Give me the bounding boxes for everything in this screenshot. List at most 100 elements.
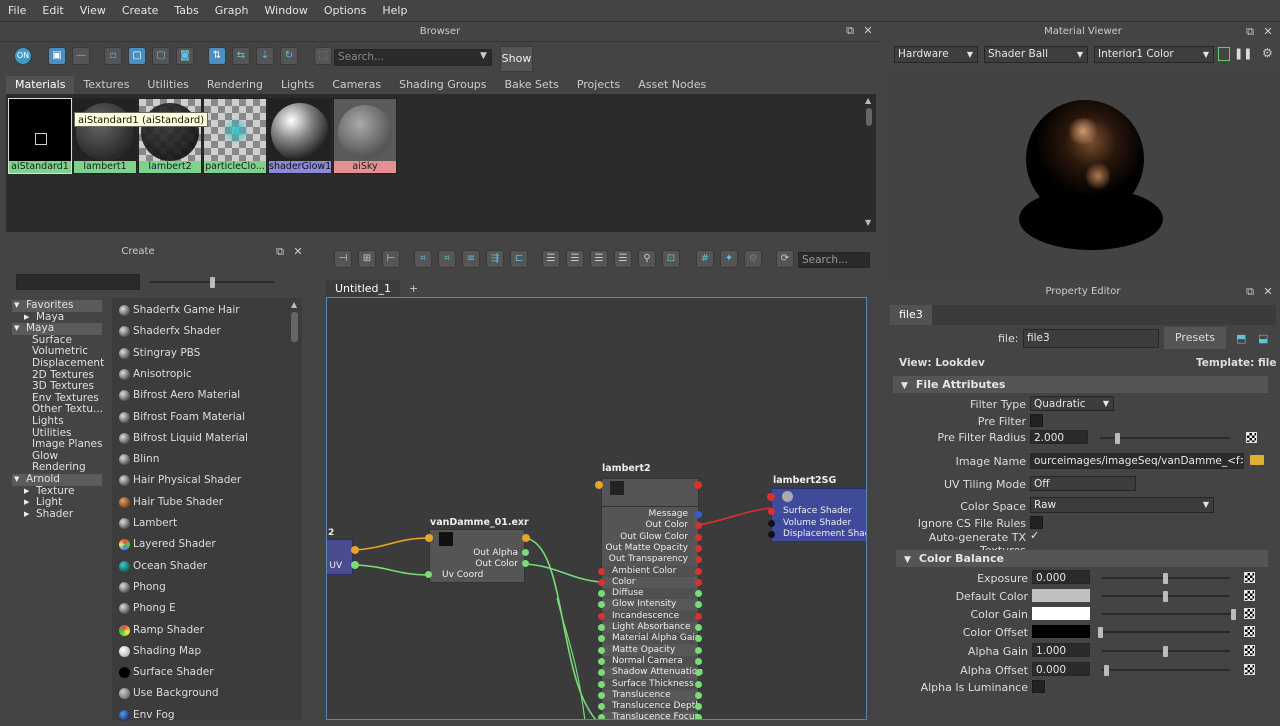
render-icon[interactable] — [1218, 47, 1230, 61]
menu-create[interactable]: Create — [114, 0, 167, 17]
full-mode-icon[interactable]: ☰ — [590, 250, 608, 268]
lambert-port-dot[interactable] — [695, 680, 702, 688]
tab-bake-sets[interactable]: Bake Sets — [496, 76, 568, 94]
tab-asset-nodes[interactable]: Asset Nodes — [629, 76, 715, 94]
graph-output-icon[interactable]: ⊢ — [382, 250, 400, 268]
lambert-port-dot[interactable] — [695, 691, 702, 699]
sort-time-icon[interactable]: ⇣ — [256, 47, 274, 65]
alpha-offset-field[interactable]: 0.000 — [1032, 662, 1090, 676]
tree-item[interactable]: ▶ Shader — [12, 508, 102, 521]
small-icon-view-icon[interactable]: ▫ — [104, 47, 122, 65]
tree-item[interactable]: Displacement — [12, 357, 104, 370]
float-window-icon[interactable]: ⧉ — [1244, 26, 1256, 38]
menu-options[interactable]: Options — [316, 0, 374, 17]
tab-textures[interactable]: Textures — [74, 76, 138, 94]
expand-down-icon[interactable]: ▼ — [14, 474, 19, 486]
graph-pin-icon[interactable]: ⊏ — [510, 250, 528, 268]
refresh-icon[interactable]: ↻ — [280, 47, 298, 65]
sort-alpha-icon[interactable]: ⇅ — [208, 47, 226, 65]
viewer-settings-icon[interactable]: ⚙ — [1262, 46, 1273, 60]
alpha-lum-checkbox[interactable] — [1032, 680, 1045, 693]
color-gain-swatch[interactable] — [1032, 607, 1090, 620]
simple-mode-icon[interactable]: ☰ — [542, 250, 560, 268]
swatch-shaderglow1[interactable]: shaderGlow1 — [268, 98, 332, 174]
create-node-item[interactable]: Hair Physical Shader — [114, 470, 288, 491]
menu-graph[interactable]: Graph — [207, 0, 257, 17]
folder-icon[interactable] — [1250, 455, 1264, 465]
map-button-icon[interactable] — [1244, 626, 1255, 637]
graph-layout-icon[interactable]: ≡ — [462, 250, 480, 268]
swatch-aistandard1[interactable]: aiStandard1 — [8, 98, 72, 174]
snapshot-icon[interactable]: ⊡ — [662, 250, 680, 268]
file-port-out-alpha-dot[interactable] — [522, 549, 529, 556]
create-scrollbar[interactable]: ▲ — [290, 300, 300, 720]
create-node-item[interactable]: Bifrost Liquid Material — [114, 428, 288, 449]
file-port-out[interactable] — [522, 534, 530, 542]
sg-port-surface-dot[interactable] — [768, 508, 775, 515]
tab-shading-groups[interactable]: Shading Groups — [390, 76, 495, 94]
create-size-slider[interactable] — [150, 277, 274, 288]
lambert-port-dot[interactable] — [598, 714, 605, 719]
browser-scrollbar[interactable]: ▲ ▼ — [864, 96, 874, 230]
create-node-item[interactable]: Shaderfx Shader — [114, 321, 288, 342]
pause-icon[interactable]: ❚❚ — [1234, 47, 1252, 61]
lambert-port-dot[interactable] — [598, 578, 605, 586]
create-node-item[interactable]: Shading Map — [114, 641, 288, 662]
tab-untitled[interactable]: Untitled_1 — [326, 280, 401, 298]
add-tab-button[interactable]: + — [400, 280, 427, 298]
uv-tiling-field[interactable]: Off — [1030, 476, 1136, 491]
lambert-port-dot[interactable] — [695, 714, 702, 719]
exposure-slider[interactable] — [1102, 573, 1230, 584]
pre-filter-checkbox[interactable] — [1030, 414, 1043, 427]
menu-window[interactable]: Window — [257, 0, 316, 17]
tree-item[interactable]: ▼ Favorites — [12, 299, 102, 312]
custom-mode-icon[interactable]: ☰ — [614, 250, 632, 268]
create-filter-input[interactable] — [16, 274, 140, 290]
tab-utilities[interactable]: Utilities — [138, 76, 197, 94]
menu-help[interactable]: Help — [374, 0, 415, 17]
lambert-port-dot[interactable] — [695, 612, 702, 620]
lambert-port-dot[interactable] — [695, 511, 702, 518]
swatch-aisky[interactable]: aiSky — [333, 98, 397, 174]
create-node-item[interactable]: Lambert — [114, 513, 288, 534]
medium-icon-view-icon[interactable]: ▢ — [128, 47, 146, 65]
tree-item[interactable]: 3D Textures — [12, 381, 102, 393]
close-icon[interactable]: ✕ — [862, 25, 874, 37]
graph-input-icon[interactable]: ⊣ — [334, 250, 352, 268]
lambert-port-dot[interactable] — [695, 544, 702, 552]
tab-projects[interactable]: Projects — [568, 76, 629, 94]
file-port-out-color-dot[interactable] — [522, 560, 529, 567]
lambert-port-dot[interactable] — [598, 646, 605, 654]
tab-lights[interactable]: Lights — [272, 76, 323, 94]
large-icon-view-icon[interactable]: ▢ — [152, 47, 170, 65]
create-node-item[interactable]: Blinn — [114, 449, 288, 470]
geometry-dropdown[interactable]: Shader Ball ▼ — [984, 46, 1088, 63]
create-node-item[interactable]: Shaderfx Game Hair — [114, 300, 288, 321]
tree-item[interactable]: ▼ Maya — [12, 323, 102, 335]
default-color-swatch[interactable] — [1032, 589, 1090, 602]
tab-cameras[interactable]: Cameras — [323, 76, 390, 94]
renderer-dropdown[interactable]: Hardware ▼ — [894, 46, 978, 63]
map-button-icon[interactable] — [1244, 608, 1255, 619]
menu-file[interactable]: File — [0, 0, 34, 17]
default-color-slider[interactable] — [1102, 591, 1230, 602]
environment-dropdown[interactable]: Interior1 Color ▼ — [1094, 46, 1214, 63]
close-icon[interactable]: ✕ — [1262, 286, 1274, 298]
frame-all-icon[interactable]: ⌗ — [414, 250, 432, 268]
port-out[interactable] — [351, 546, 359, 554]
node-graph-canvas[interactable]: 2 t UV vanDamme_01.exr Out Alpha Out Col… — [326, 297, 867, 720]
lambert-port-dot[interactable] — [695, 578, 702, 586]
ignore-cs-checkbox[interactable] — [1030, 516, 1043, 529]
map-button-icon[interactable] — [1244, 590, 1255, 601]
lambert-port-dot[interactable] — [695, 567, 702, 575]
lambert-port-dot[interactable] — [695, 533, 702, 541]
create-node-item[interactable]: Bifrost Aero Material — [114, 385, 288, 406]
lambert-port-dot[interactable] — [598, 612, 605, 620]
tab-materials[interactable]: Materials — [6, 76, 75, 94]
file-port-uv-dot[interactable] — [425, 571, 432, 578]
reload-icon[interactable]: ⟳ — [776, 250, 794, 268]
close-icon[interactable]: ✕ — [292, 246, 304, 258]
create-node-item[interactable]: Use Background — [114, 683, 288, 704]
swatch-particlecloud[interactable]: particleClo... — [203, 98, 267, 174]
tree-item[interactable]: Image Planes — [12, 439, 103, 451]
